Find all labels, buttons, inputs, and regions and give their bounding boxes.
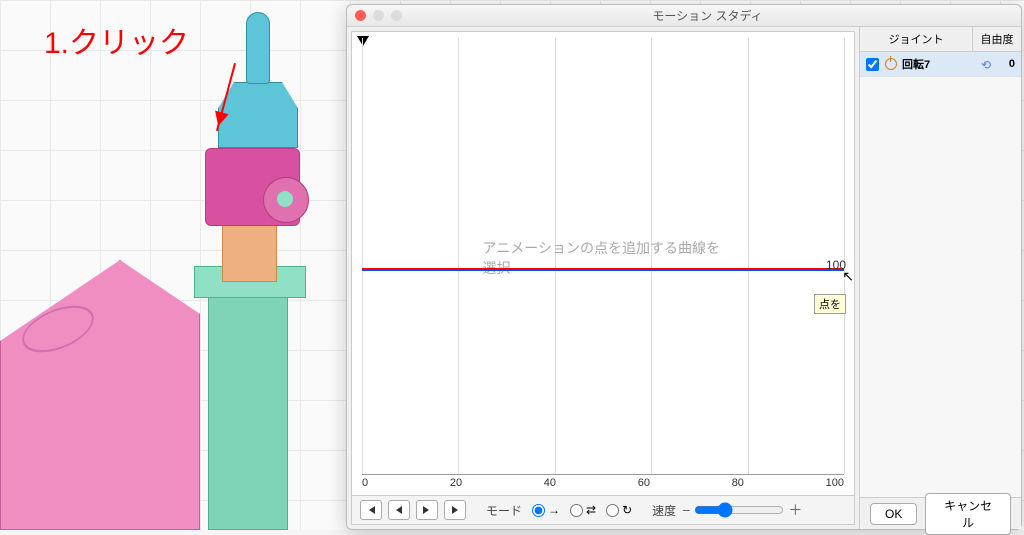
speed-label: 速度 <box>652 502 676 519</box>
axis-tick: 100 <box>826 477 844 489</box>
dialog-title: モーション スタディ <box>402 7 1013 24</box>
graph-hint-text: アニメーションの点を追加する曲線を選択 <box>483 238 724 278</box>
mode-pingpong[interactable]: ⇄ <box>570 503 596 517</box>
dialog-titlebar[interactable]: モーション スタディ <box>347 5 1021 27</box>
reverse-play-button[interactable] <box>388 500 410 520</box>
joint-list-header: ジョイント 自由度 <box>860 27 1021 52</box>
axis-tick: 60 <box>638 477 650 489</box>
mode-once[interactable]: → <box>532 503 560 517</box>
joint-row[interactable]: 回転7 0 <box>860 52 1021 77</box>
axis-tick: 0 <box>362 477 368 489</box>
skip-start-button[interactable] <box>360 500 382 520</box>
axis-tick: 20 <box>450 477 462 489</box>
joint-list-panel: ジョイント 自由度 回転7 0 OK キャンセル <box>859 27 1021 529</box>
column-dof: 自由度 <box>973 27 1021 51</box>
tooltip-fragment: 点を <box>814 294 846 314</box>
column-joint: ジョイント <box>860 27 973 51</box>
animation-curve[interactable] <box>362 268 844 271</box>
play-button[interactable] <box>444 500 466 520</box>
time-marker[interactable] <box>357 36 369 46</box>
cursor-icon: ↖ <box>842 268 854 285</box>
minimize-icon <box>373 10 384 21</box>
speed-slider[interactable] <box>694 502 784 518</box>
model-joint[interactable] <box>205 148 300 226</box>
dialog-footer: OK キャンセル <box>860 497 1021 529</box>
joint-name: 回転7 <box>902 56 981 72</box>
transport-bar: モード → ⇄ ↻ 速度 − ＋ <box>352 495 854 524</box>
cancel-button[interactable]: キャンセル <box>925 493 1011 535</box>
speed-decrease-icon[interactable]: − <box>682 502 690 518</box>
mode-loop[interactable]: ↻ <box>606 503 632 517</box>
mode-radio-group: → ⇄ ↻ <box>532 503 632 517</box>
dof-icon <box>981 58 995 70</box>
time-axis: 0 20 40 60 80 100 <box>352 475 854 495</box>
speed-increase-icon[interactable]: ＋ <box>788 500 802 520</box>
close-icon[interactable] <box>355 10 366 21</box>
maximize-icon <box>391 10 402 21</box>
model-top-cap[interactable] <box>218 82 298 148</box>
mode-label: モード <box>486 502 522 519</box>
graph-panel: アニメーションの点を追加する曲線を選択 100 ↖ 点を 0 20 40 60 … <box>351 31 855 525</box>
model-block[interactable] <box>222 222 277 282</box>
motion-study-dialog: モーション スタディ アニメーションの点を追加する曲線を選択 100 ↖ 点を … <box>346 4 1022 530</box>
skip-end-button[interactable] <box>416 500 438 520</box>
axis-tick: 40 <box>544 477 556 489</box>
axis-tick: 80 <box>732 477 744 489</box>
joint-checkbox[interactable] <box>866 58 879 71</box>
joint-value: 0 <box>1001 58 1015 70</box>
timeline-graph[interactable]: アニメーションの点を追加する曲線を選択 100 ↖ 点を <box>362 38 844 475</box>
revolute-joint-icon <box>885 58 897 70</box>
ok-button[interactable]: OK <box>870 503 917 525</box>
model-pillar[interactable] <box>208 280 288 530</box>
model-cylinder[interactable] <box>246 12 270 84</box>
